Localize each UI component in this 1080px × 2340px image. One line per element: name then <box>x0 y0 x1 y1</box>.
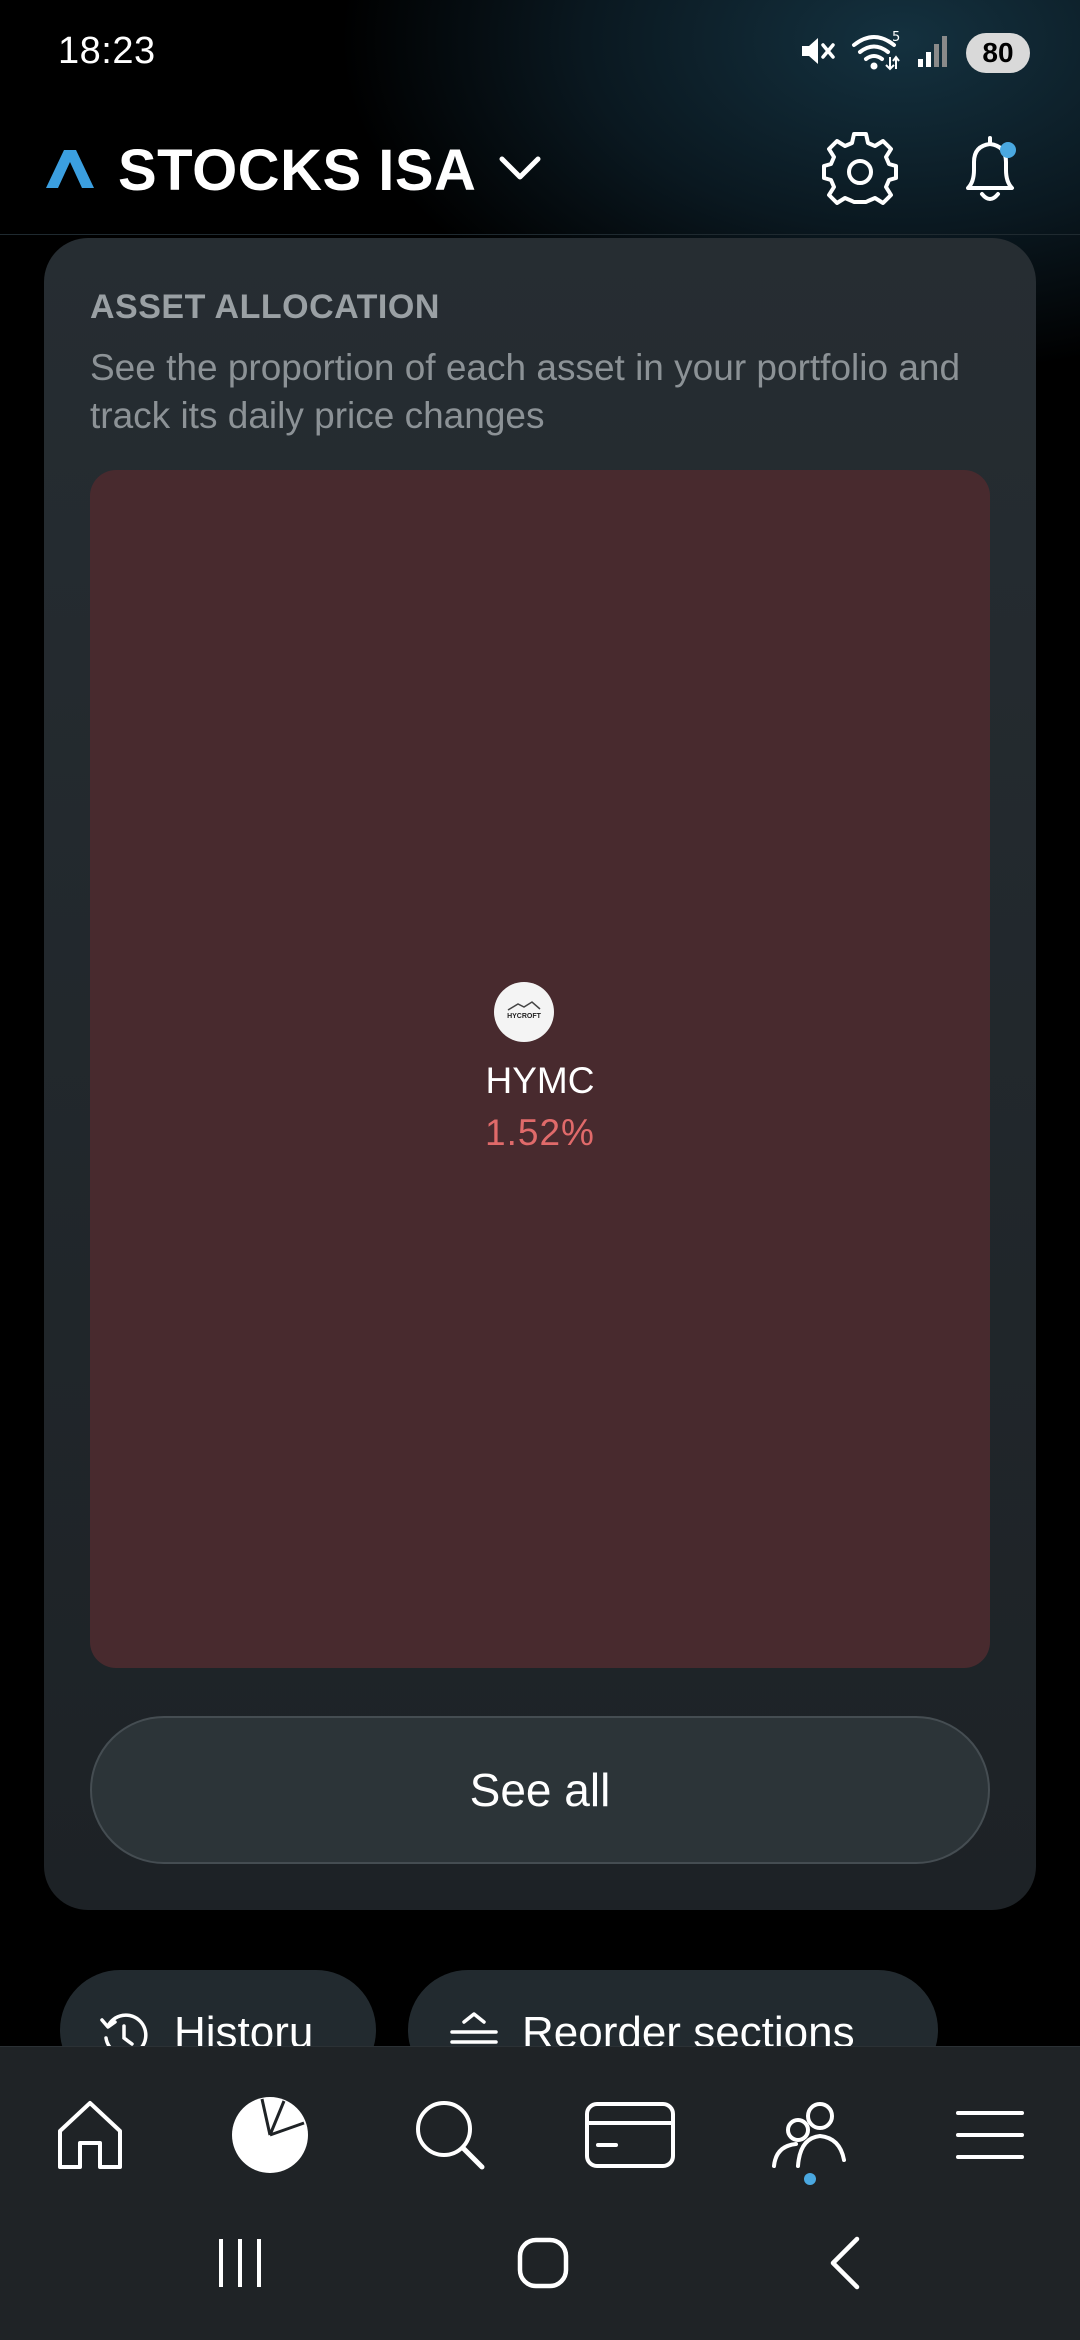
logo-text: HYCROFT <box>507 1013 542 1020</box>
see-all-button[interactable]: See all <box>90 1716 990 1864</box>
gear-icon <box>820 132 900 214</box>
card-title: ASSET ALLOCATION <box>90 288 440 326</box>
nav-portfolio[interactable] <box>220 2087 320 2187</box>
pie-chart-icon <box>230 2095 310 2180</box>
people-icon <box>770 2100 850 2175</box>
card-icon <box>584 2101 676 2174</box>
notifications-button[interactable] <box>950 130 1030 210</box>
notification-dot <box>1000 142 1016 158</box>
system-home-button[interactable] <box>493 2220 593 2310</box>
nav-home[interactable] <box>40 2087 140 2187</box>
logo-icon <box>44 146 96 195</box>
card-description: See the proportion of each asset in your… <box>90 347 961 436</box>
account-name: STOCKS ISA <box>118 137 477 203</box>
menu-icon <box>954 2107 1026 2168</box>
search-icon <box>412 2097 488 2178</box>
holding-daily-change: 1.52% <box>485 1112 595 1153</box>
wifi-icon: 5 <box>850 29 902 78</box>
home-circle-icon <box>516 2236 570 2295</box>
signal-icon <box>916 33 952 74</box>
app-header: STOCKS ISA <box>0 110 1080 235</box>
mute-icon <box>796 31 836 76</box>
bell-icon <box>950 136 1030 214</box>
recents-button[interactable] <box>190 2220 290 2310</box>
nav-card[interactable] <box>580 2087 680 2187</box>
allocation-treemap-tile[interactable]: HYCROFT HYMC 1.52% <box>90 470 990 1668</box>
back-icon <box>825 2233 865 2298</box>
account-switcher[interactable]: STOCKS ISA <box>44 130 542 210</box>
recents-icon <box>215 2235 265 2296</box>
chevron-down-icon <box>498 153 542 188</box>
app-screen: 18:23 5 80 STOCKS ISA ASSET ALLOCATION S… <box>0 0 1080 2340</box>
asset-allocation-card: ASSET ALLOCATION See the proportion of e… <box>44 238 1036 1910</box>
wifi-badge: 5 <box>892 30 900 45</box>
status-time: 18:23 <box>58 30 156 72</box>
nav-social[interactable] <box>760 2087 860 2187</box>
settings-button[interactable] <box>820 130 900 210</box>
battery-indicator: 80 <box>966 33 1030 73</box>
holding-ticker: HYMC <box>485 1060 595 1101</box>
status-bar: 18:23 5 80 <box>0 0 1080 110</box>
back-button[interactable] <box>795 2220 895 2310</box>
system-navigation <box>0 2200 1080 2340</box>
hycroft-logo: HYCROFT <box>494 982 554 1042</box>
social-notification-dot <box>804 2173 816 2185</box>
nav-search[interactable] <box>400 2087 500 2187</box>
status-icons: 5 80 <box>796 28 1030 78</box>
home-icon <box>54 2097 126 2178</box>
nav-menu[interactable] <box>940 2087 1040 2187</box>
